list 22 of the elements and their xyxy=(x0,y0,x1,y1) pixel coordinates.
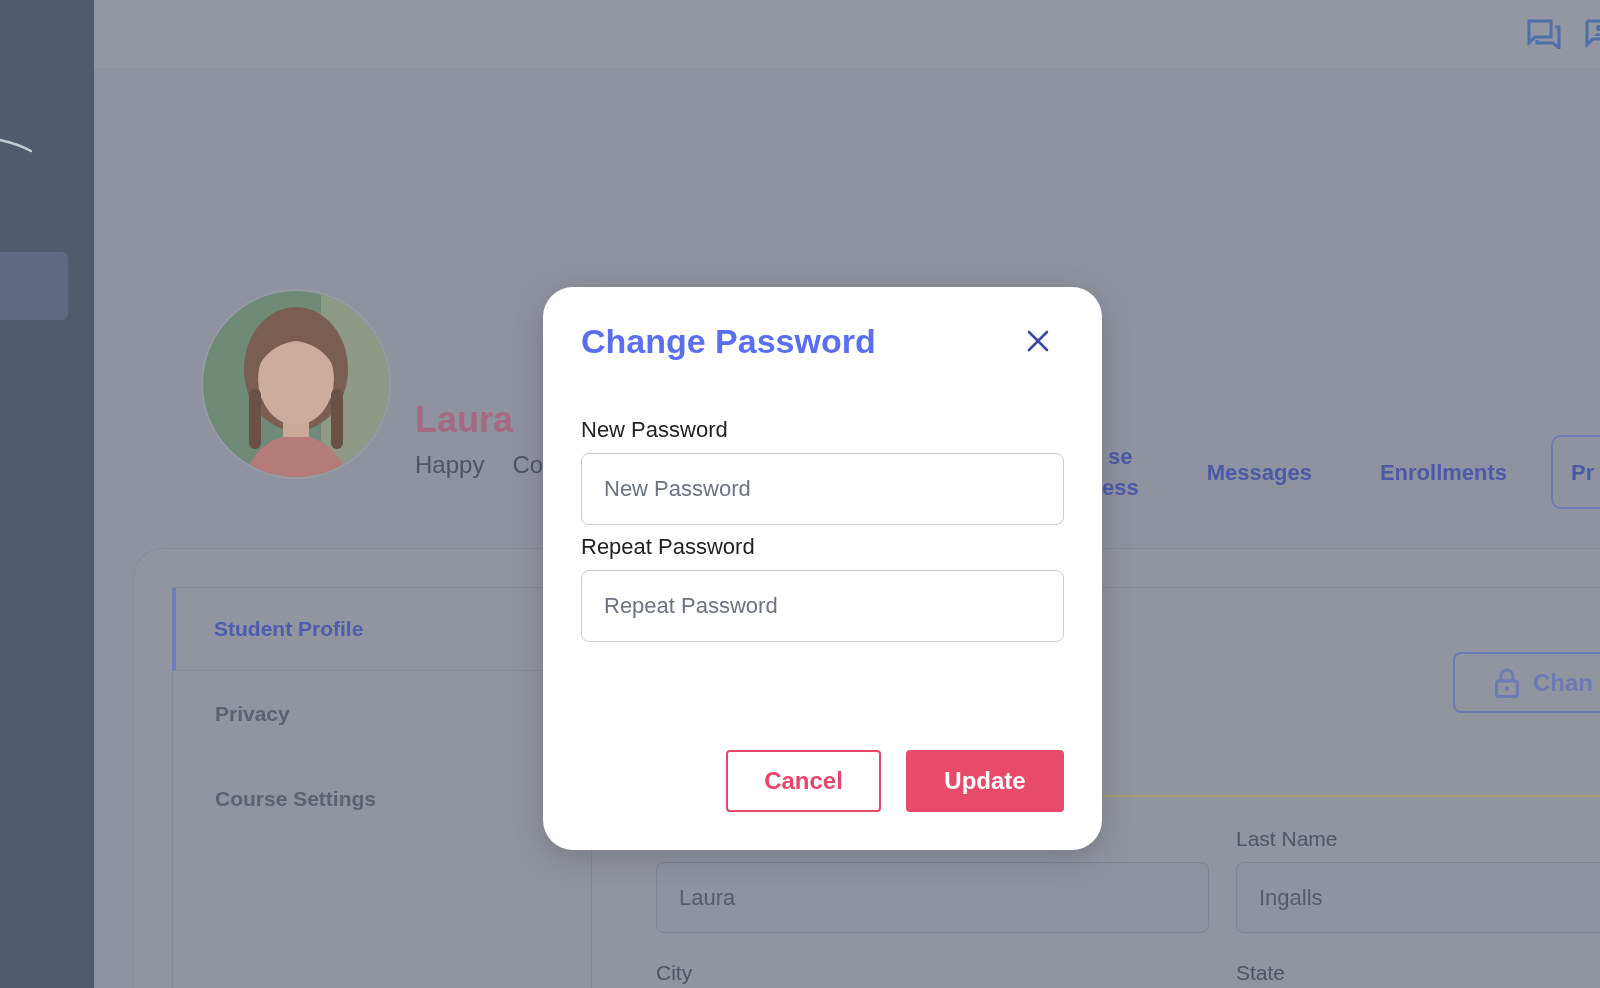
text-field[interactable]: Laura xyxy=(656,862,1209,933)
chat-bubbles-icon[interactable] xyxy=(1527,19,1561,49)
text-field[interactable]: Ingalls xyxy=(1236,862,1600,933)
profile-tab[interactable]: Messages xyxy=(1206,456,1312,488)
field-label: State xyxy=(1236,961,1287,985)
lock-icon xyxy=(1495,667,1519,698)
field-label: New Password xyxy=(581,418,729,442)
field-label: Repeat Password xyxy=(581,535,756,559)
update-button[interactable]: Update xyxy=(906,750,1064,812)
profile-tab[interactable]: Pr xyxy=(1551,435,1600,509)
password-field[interactable]: Repeat Password xyxy=(581,570,1064,642)
profile-detail: Happy xyxy=(415,451,485,479)
cancel-button[interactable]: Cancel xyxy=(726,750,881,812)
profile-tab[interactable]: se ess xyxy=(1102,441,1139,503)
password-field[interactable]: New Password xyxy=(581,453,1064,525)
dialog-title: Change Password xyxy=(581,321,876,362)
field-label: City xyxy=(656,961,694,985)
profile-detail: Co xyxy=(512,451,544,479)
profile-tab[interactable]: Enrollments xyxy=(1379,456,1508,488)
close-icon[interactable] xyxy=(1027,330,1049,352)
field-label: Last Name xyxy=(1236,827,1339,851)
chat-user-icon[interactable] xyxy=(1585,19,1600,49)
